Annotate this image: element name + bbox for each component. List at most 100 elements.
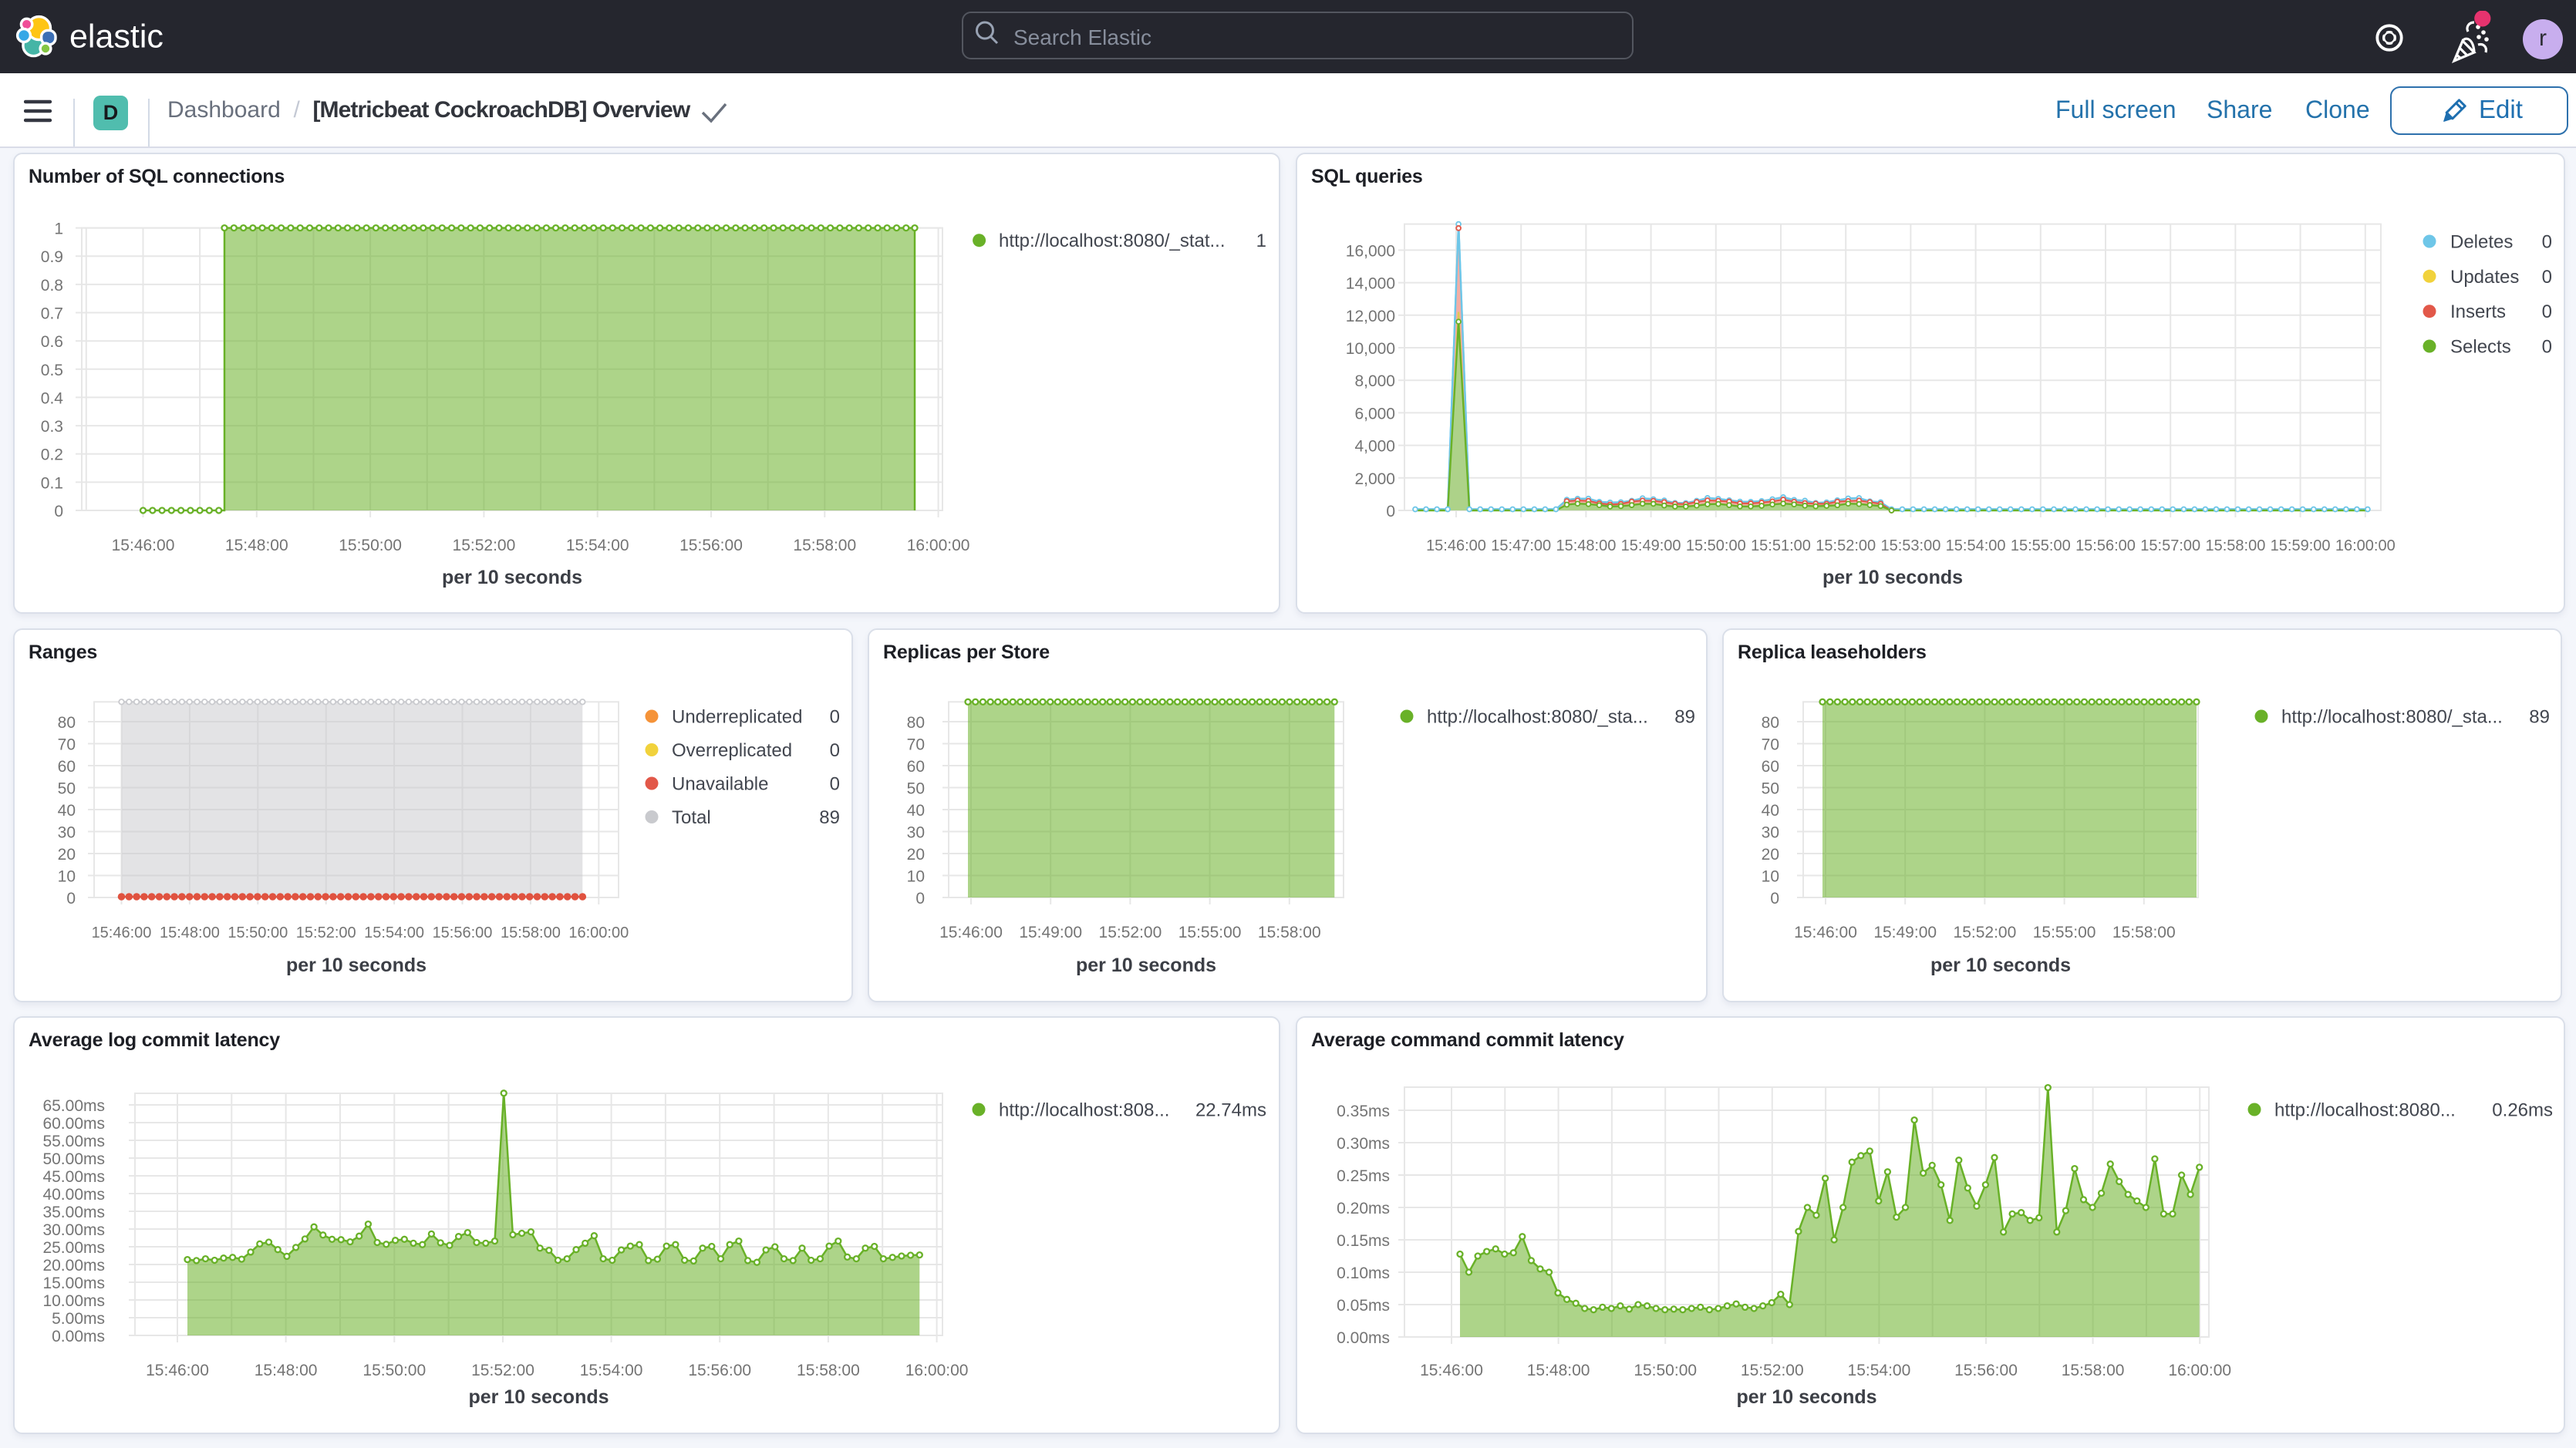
svg-text:89: 89 bbox=[1674, 707, 1695, 728]
svg-text:50: 50 bbox=[1762, 780, 1779, 798]
svg-text:Unavailable: Unavailable bbox=[672, 774, 768, 795]
svg-text:0.20ms: 0.20ms bbox=[1337, 1200, 1390, 1217]
svg-text:15:57:00: 15:57:00 bbox=[2140, 537, 2200, 554]
svg-text:70: 70 bbox=[58, 736, 76, 754]
svg-text:15:58:00: 15:58:00 bbox=[501, 924, 561, 941]
svg-text:25.00ms: 25.00ms bbox=[42, 1239, 105, 1257]
svg-text:30.00ms: 30.00ms bbox=[42, 1221, 105, 1239]
svg-text:0: 0 bbox=[1770, 890, 1779, 908]
svg-text:65.00ms: 65.00ms bbox=[42, 1097, 105, 1115]
svg-text:80: 80 bbox=[58, 714, 76, 732]
svg-text:2,000: 2,000 bbox=[1354, 470, 1395, 488]
svg-text:http://localhost:808...: http://localhost:808... bbox=[999, 1100, 1169, 1121]
svg-text:30: 30 bbox=[1762, 824, 1779, 842]
svg-text:1: 1 bbox=[54, 221, 63, 238]
svg-text:0.5: 0.5 bbox=[41, 362, 63, 379]
svg-text:Overreplicated: Overreplicated bbox=[672, 740, 792, 761]
svg-text:10: 10 bbox=[907, 868, 925, 886]
svg-text:15:56:00: 15:56:00 bbox=[1954, 1362, 2018, 1379]
svg-text:16:00:00: 16:00:00 bbox=[907, 537, 970, 554]
svg-text:15:50:00: 15:50:00 bbox=[1634, 1362, 1697, 1379]
svg-text:15:48:00: 15:48:00 bbox=[255, 1362, 318, 1379]
svg-text:70: 70 bbox=[1762, 736, 1779, 754]
svg-text:0: 0 bbox=[2542, 267, 2552, 288]
svg-text:0.25ms: 0.25ms bbox=[1337, 1167, 1390, 1185]
svg-text:80: 80 bbox=[907, 714, 925, 732]
svg-text:15:46:00: 15:46:00 bbox=[92, 924, 152, 941]
svg-text:Selects: Selects bbox=[2450, 337, 2511, 358]
svg-text:0: 0 bbox=[915, 890, 925, 908]
svg-text:12,000: 12,000 bbox=[1346, 308, 1395, 325]
svg-text:15:46:00: 15:46:00 bbox=[939, 924, 1003, 941]
svg-text:15:52:00: 15:52:00 bbox=[471, 1362, 534, 1379]
svg-text:15:49:00: 15:49:00 bbox=[1621, 537, 1681, 554]
svg-text:0: 0 bbox=[830, 707, 840, 728]
svg-text:0.15ms: 0.15ms bbox=[1337, 1232, 1390, 1250]
svg-text:8,000: 8,000 bbox=[1354, 372, 1395, 390]
svg-text:per 10 seconds: per 10 seconds bbox=[442, 567, 582, 588]
svg-text:http://localhost:8080...: http://localhost:8080... bbox=[2274, 1100, 2456, 1121]
svg-text:per 10 seconds: per 10 seconds bbox=[1822, 567, 1963, 588]
svg-text:0.4: 0.4 bbox=[41, 389, 64, 407]
svg-text:0.00ms: 0.00ms bbox=[52, 1328, 105, 1345]
svg-text:15:52:00: 15:52:00 bbox=[296, 924, 356, 941]
svg-text:15:52:00: 15:52:00 bbox=[1741, 1362, 1804, 1379]
svg-text:0.1: 0.1 bbox=[41, 474, 63, 492]
svg-text:20: 20 bbox=[1762, 846, 1779, 864]
svg-text:0.35ms: 0.35ms bbox=[1337, 1103, 1390, 1120]
svg-text:15:54:00: 15:54:00 bbox=[566, 537, 629, 554]
svg-text:15:58:00: 15:58:00 bbox=[797, 1362, 860, 1379]
svg-text:15:46:00: 15:46:00 bbox=[1420, 1362, 1483, 1379]
svg-text:http://localhost:8080/_sta...: http://localhost:8080/_sta... bbox=[1427, 707, 1648, 728]
svg-text:Underreplicated: Underreplicated bbox=[672, 707, 802, 728]
svg-text:89: 89 bbox=[2529, 707, 2550, 728]
svg-text:10: 10 bbox=[1762, 868, 1779, 886]
svg-text:15:48:00: 15:48:00 bbox=[160, 924, 220, 941]
svg-text:15:54:00: 15:54:00 bbox=[1848, 1362, 1911, 1379]
svg-text:60: 60 bbox=[58, 758, 76, 776]
svg-text:15:46:00: 15:46:00 bbox=[146, 1362, 209, 1379]
svg-text:0.9: 0.9 bbox=[41, 248, 63, 266]
svg-text:0: 0 bbox=[830, 740, 840, 761]
svg-text:10: 10 bbox=[58, 868, 76, 886]
svg-text:15:58:00: 15:58:00 bbox=[2205, 537, 2265, 554]
svg-text:16,000: 16,000 bbox=[1346, 242, 1395, 260]
svg-text:http://localhost:8080/_stat...: http://localhost:8080/_stat... bbox=[999, 231, 1226, 251]
svg-text:http://localhost:8080/_sta...: http://localhost:8080/_sta... bbox=[2281, 707, 2503, 728]
svg-text:6,000: 6,000 bbox=[1354, 405, 1395, 423]
svg-text:50: 50 bbox=[58, 780, 76, 798]
svg-text:15:55:00: 15:55:00 bbox=[2033, 924, 2096, 941]
svg-text:15:56:00: 15:56:00 bbox=[679, 537, 743, 554]
svg-text:15:53:00: 15:53:00 bbox=[1880, 537, 1940, 554]
svg-text:16:00:00: 16:00:00 bbox=[2335, 537, 2396, 554]
svg-text:0.00ms: 0.00ms bbox=[1337, 1329, 1390, 1347]
svg-text:15:54:00: 15:54:00 bbox=[364, 924, 424, 941]
svg-text:0.2: 0.2 bbox=[41, 446, 63, 464]
svg-text:0.8: 0.8 bbox=[41, 277, 63, 295]
svg-text:15:51:00: 15:51:00 bbox=[1751, 537, 1811, 554]
svg-text:15:46:00: 15:46:00 bbox=[112, 537, 175, 554]
svg-text:15:58:00: 15:58:00 bbox=[793, 537, 856, 554]
svg-text:elastic: elastic bbox=[69, 19, 164, 56]
svg-text:40: 40 bbox=[58, 802, 76, 820]
svg-text:4,000: 4,000 bbox=[1354, 438, 1395, 456]
svg-text:0.3: 0.3 bbox=[41, 418, 63, 436]
svg-text:0.7: 0.7 bbox=[41, 305, 63, 323]
svg-text:Total: Total bbox=[672, 807, 711, 828]
svg-text:89: 89 bbox=[819, 807, 840, 828]
svg-text:15:52:00: 15:52:00 bbox=[453, 537, 516, 554]
svg-text:0.26ms: 0.26ms bbox=[2492, 1100, 2553, 1121]
svg-text:15:56:00: 15:56:00 bbox=[2075, 537, 2136, 554]
svg-text:per 10 seconds: per 10 seconds bbox=[1736, 1386, 1876, 1408]
svg-text:15:50:00: 15:50:00 bbox=[228, 924, 288, 941]
svg-text:15:56:00: 15:56:00 bbox=[688, 1362, 751, 1379]
svg-text:15:50:00: 15:50:00 bbox=[1686, 537, 1746, 554]
svg-text:14,000: 14,000 bbox=[1346, 275, 1395, 293]
svg-text:15:58:00: 15:58:00 bbox=[2112, 924, 2176, 941]
svg-text:15:50:00: 15:50:00 bbox=[339, 537, 402, 554]
svg-text:15:52:00: 15:52:00 bbox=[1816, 537, 1876, 554]
svg-text:15:55:00: 15:55:00 bbox=[1178, 924, 1242, 941]
svg-text:Inserts: Inserts bbox=[2450, 301, 2506, 322]
svg-text:15:56:00: 15:56:00 bbox=[433, 924, 493, 941]
svg-text:15.00ms: 15.00ms bbox=[42, 1275, 105, 1292]
